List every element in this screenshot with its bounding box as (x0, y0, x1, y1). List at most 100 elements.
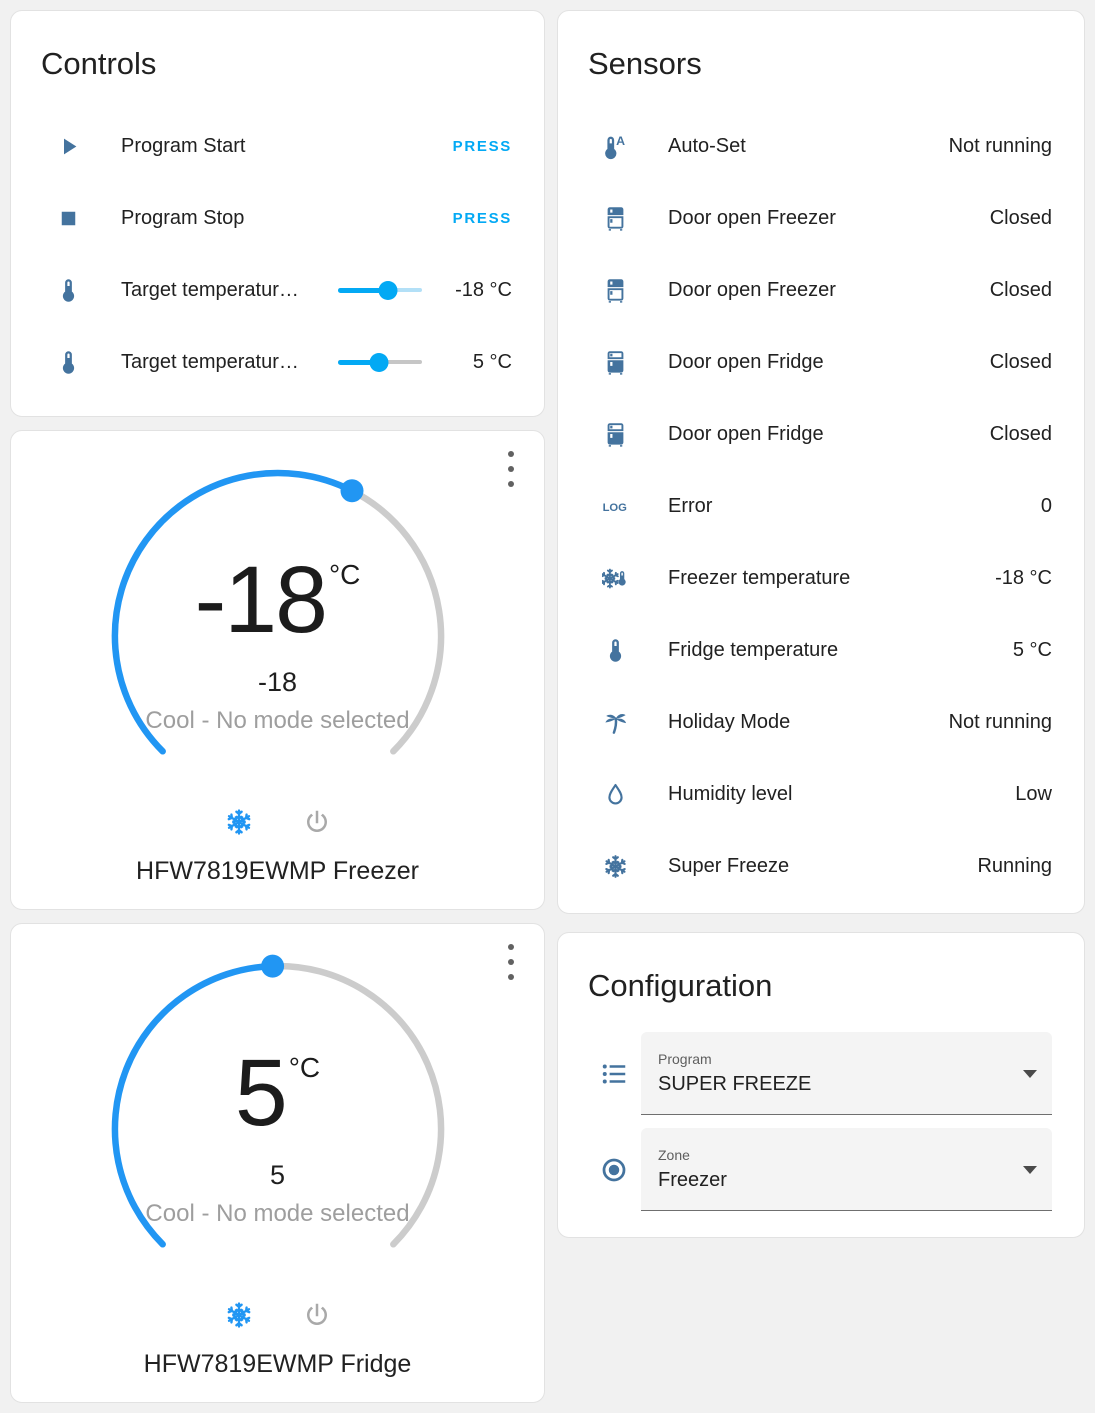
freezer-current-temp: -18 (257, 667, 298, 698)
program-select-label: Program (658, 1051, 712, 1068)
fridge-top-open-icon (602, 421, 629, 448)
row-label: Error (668, 494, 713, 517)
sensors-rows: A Auto-Set Not running Door open Freezer… (558, 110, 1084, 913)
fridge-current-temp: 5 (269, 1160, 286, 1191)
row-value: Low (1015, 782, 1052, 805)
more-options-icon[interactable] (500, 451, 522, 488)
row-door-open-fridge-1[interactable]: Door open Fridge Closed (558, 326, 1084, 398)
thermometer-icon (602, 637, 629, 664)
dashboard: Controls Program Start PRESS Program Sto… (0, 0, 1095, 1413)
zone-select-value: Freezer (658, 1169, 727, 1192)
row-label: Humidity level (668, 782, 793, 805)
row-value: Not running (948, 134, 1052, 157)
snowflake-mode-icon[interactable] (224, 807, 254, 837)
power-mode-icon[interactable] (302, 807, 332, 837)
zone-select-label: Zone (658, 1147, 690, 1164)
row-label: Door open Fridge (668, 422, 824, 445)
sensors-card-title: Sensors (588, 46, 702, 81)
row-label: Freezer temperature (668, 566, 851, 589)
thermometer-auto-icon: A (602, 133, 629, 160)
row-target-temp-fridge[interactable]: Target temperatur… 5 °C (11, 326, 544, 398)
row-freezer-temperature[interactable]: Freezer temperature -18 °C (558, 542, 1084, 614)
row-door-open-freezer-1[interactable]: Door open Freezer Closed (558, 182, 1084, 254)
row-program-stop[interactable]: Program Stop PRESS (11, 182, 544, 254)
zone-select[interactable]: Zone Freezer (641, 1128, 1052, 1212)
freezer-target-temp: -18 °C (103, 553, 453, 648)
slider-value: 5 °C (472, 350, 512, 373)
row-label: Target temperatur… (121, 278, 299, 301)
row-value: Closed (989, 350, 1052, 373)
left-column: Controls Program Start PRESS Program Sto… (10, 10, 545, 1404)
row-value: Closed (989, 278, 1052, 301)
slider-value: -18 °C (455, 278, 512, 301)
row-humidity-level[interactable]: Humidity level Low (558, 758, 1084, 830)
controls-card: Controls Program Start PRESS Program Sto… (10, 10, 545, 418)
row-label: Program Stop (121, 206, 245, 229)
row-door-open-fridge-2[interactable]: Door open Fridge Closed (558, 398, 1084, 470)
row-value: -18 °C (995, 566, 1052, 589)
fridge-top-open-icon (602, 349, 629, 376)
row-label: Holiday Mode (668, 710, 791, 733)
controls-rows: Program Start PRESS Program Stop PRESS T… (11, 110, 544, 416)
config-row-zone: Zone Freezer (599, 1128, 1052, 1212)
radiobox-icon (599, 1155, 629, 1185)
configuration-card-title: Configuration (588, 968, 773, 1004)
row-label: Door open Freezer (668, 206, 836, 229)
program-start-press-button[interactable]: PRESS (453, 138, 512, 155)
row-program-start[interactable]: Program Start PRESS (11, 110, 544, 182)
config-row-program: Program SUPER FREEZE (599, 1032, 1052, 1116)
row-label: Door open Freezer (668, 278, 836, 301)
row-target-temp-freezer[interactable]: Target temperatur… -18 °C (11, 254, 544, 326)
row-label: Program Start (121, 134, 246, 157)
program-select[interactable]: Program SUPER FREEZE (641, 1032, 1052, 1116)
freezer-thermostat-card: -18 °C -18 Cool - No mode selected HFW78… (10, 430, 545, 911)
row-label: Target temperatur… (121, 350, 299, 373)
program-stop-press-button[interactable]: PRESS (453, 210, 512, 227)
log-icon: LOG (602, 493, 629, 520)
row-door-open-freezer-2[interactable]: Door open Freezer Closed (558, 254, 1084, 326)
slider-thumb[interactable] (369, 353, 389, 373)
row-error[interactable]: LOG Error 0 (558, 470, 1084, 542)
stop-icon (55, 205, 82, 232)
chevron-down-icon (1023, 1166, 1037, 1175)
water-drop-icon (602, 781, 629, 808)
fridge-dial[interactable]: 5 °C 5 Cool - No mode selected (103, 954, 453, 1304)
configuration-card: Configuration Program SUPER FREEZE Zone … (557, 932, 1085, 1239)
fridge-name: HFW7819EWMP Fridge (143, 1350, 412, 1379)
play-icon (55, 133, 82, 160)
row-value: Not running (948, 710, 1052, 733)
dial-handle[interactable] (340, 479, 363, 503)
svg-text:LOG: LOG (603, 501, 628, 513)
target-temp-unit: °C (288, 1052, 321, 1084)
fridge-bottom-open-icon (602, 205, 629, 232)
thermometer-icon (55, 277, 82, 304)
freezer-name: HFW7819EWMP Freezer (136, 857, 419, 886)
chevron-down-icon (1023, 1070, 1037, 1079)
target-temp-number: -18 (194, 547, 328, 654)
row-fridge-temperature[interactable]: Fridge temperature 5 °C (558, 614, 1084, 686)
sensors-card: Sensors A Auto-Set Not running Door open… (557, 10, 1085, 915)
right-column: Sensors A Auto-Set Not running Door open… (557, 10, 1085, 1403)
fridge-bottom-open-icon (602, 277, 629, 304)
dial-handle[interactable] (260, 954, 284, 978)
row-value: 0 (1040, 494, 1052, 517)
target-temp-number: 5 (234, 1040, 288, 1147)
fridge-status: Cool - No mode selected (145, 1200, 410, 1228)
target-temp-freezer-slider[interactable] (338, 279, 422, 301)
row-super-freeze[interactable]: Super Freeze Running (558, 830, 1084, 902)
power-mode-icon[interactable] (302, 1300, 332, 1330)
row-holiday-mode[interactable]: Holiday Mode Not running (558, 686, 1084, 758)
row-label: Door open Fridge (668, 350, 824, 373)
svg-text:A: A (616, 134, 625, 148)
target-temp-fridge-slider[interactable] (338, 351, 422, 373)
row-label: Super Freeze (668, 854, 790, 877)
controls-card-title: Controls (41, 46, 157, 81)
row-label: Fridge temperature (668, 638, 839, 661)
slider-thumb[interactable] (378, 281, 398, 301)
snowflake-mode-icon[interactable] (224, 1300, 254, 1330)
more-options-icon[interactable] (500, 944, 522, 981)
row-value: Closed (989, 422, 1052, 445)
row-auto-set[interactable]: A Auto-Set Not running (558, 110, 1084, 182)
list-icon (599, 1059, 629, 1089)
freezer-dial[interactable]: -18 °C -18 Cool - No mode selected (103, 461, 453, 811)
